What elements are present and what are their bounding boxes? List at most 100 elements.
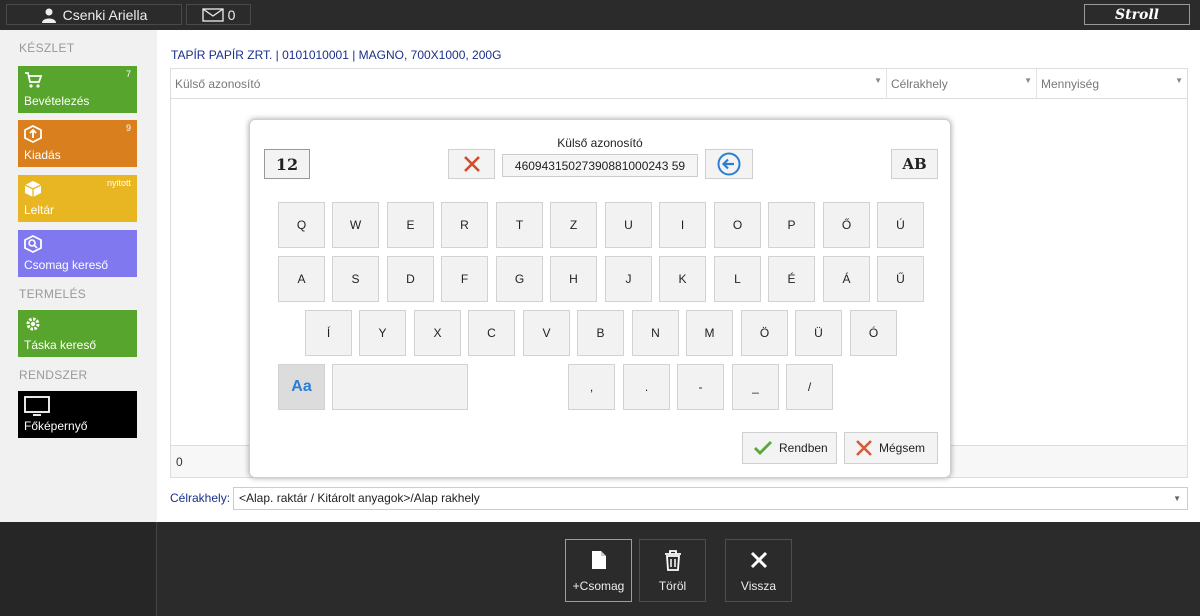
target-location-select[interactable]: <Alap. raktár / Kitárolt anyagok>/Alap r… [233,487,1188,510]
user-button[interactable]: Csenki Ariella [6,4,182,25]
key-h[interactable]: H [550,256,597,302]
cart-icon [25,72,42,88]
numeric-toggle-button[interactable]: 12 [264,149,310,179]
tile-inventory[interactable]: nyitott Leltár [18,175,137,222]
tile-badge: nyitott [106,178,131,188]
monitor-icon [24,396,50,416]
column-external-id[interactable]: Külső azonosító ▼ [171,69,887,99]
key-s[interactable]: S [332,256,379,302]
chevron-down-icon: ▼ [1173,494,1181,503]
row-count: 0 [176,455,183,469]
keyboard-input-value[interactable]: 46094315027390881000243 59 [502,154,698,177]
key-o-umlaut[interactable]: Ö [741,310,788,356]
add-package-button[interactable]: +Csomag [565,539,632,602]
target-location-label: Célrakhely: [170,491,231,505]
key-u-double-acute[interactable]: Ű [877,256,924,302]
message-count: 0 [227,6,236,23]
key-e-acute[interactable]: É [768,256,815,302]
delete-button[interactable]: Töröl [639,539,706,602]
messages-button[interactable]: 0 [186,4,251,25]
key-x[interactable]: X [414,310,461,356]
key-u-acute[interactable]: Ú [877,202,924,248]
key-o-double-acute[interactable]: Ő [823,202,870,248]
user-icon [41,8,56,23]
key-q[interactable]: Q [278,202,325,248]
key-r[interactable]: R [441,202,488,248]
key-j[interactable]: J [605,256,652,302]
key-comma[interactable]: , [568,364,615,410]
tile-issue[interactable]: 9 Kiadás [18,120,137,167]
app-logo: Stroll [1084,4,1190,25]
key-period[interactable]: . [623,364,670,410]
key-slash[interactable]: / [786,364,833,410]
key-u-umlaut[interactable]: Ü [795,310,842,356]
tile-label: Főképernyő [24,419,88,433]
ok-button[interactable]: Rendben [742,432,837,464]
section-label-system: RENDSZER [19,368,88,382]
key-g[interactable]: G [496,256,543,302]
tile-package-search[interactable]: Csomag kereső [18,230,137,277]
grid-header: Külső azonosító ▼ Célrakhely ▼ Mennyiség ▼ [171,69,1187,99]
key-k[interactable]: K [659,256,706,302]
key-a[interactable]: A [278,256,325,302]
key-b[interactable]: B [577,310,624,356]
cancel-button[interactable]: Mégsem [844,432,938,464]
tile-label: Táska kereső [24,338,97,352]
key-underscore[interactable]: _ [732,364,779,410]
key-d[interactable]: D [387,256,434,302]
key-p[interactable]: P [768,202,815,248]
arrow-left-circle-icon [717,152,741,176]
check-icon [754,441,772,455]
key-w[interactable]: W [332,202,379,248]
key-c[interactable]: C [468,310,515,356]
tile-label: Leltár [24,203,55,217]
tile-label: Bevételezés [24,94,90,108]
key-e[interactable]: E [387,202,434,248]
box-out-icon [24,125,42,143]
column-quantity[interactable]: Mennyiség ▼ [1037,69,1187,99]
tile-badge: 7 [125,69,131,79]
key-y[interactable]: Y [359,310,406,356]
tile-home-screen[interactable]: Főképernyő [18,391,137,438]
trash-icon [664,550,681,571]
tile-label: Csomag kereső [24,258,109,272]
key-u[interactable]: U [605,202,652,248]
tile-receiving[interactable]: 7 Bevételezés [18,66,137,113]
tile-bag-search[interactable]: Táska kereső [18,310,137,357]
dialog-title: Külső azonosító [557,136,643,150]
section-label-production: TERMELÉS [19,287,87,301]
column-target-location[interactable]: Célrakhely ▼ [887,69,1037,99]
back-button[interactable]: Vissza [725,539,792,602]
key-m[interactable]: M [686,310,733,356]
key-hyphen[interactable]: - [677,364,724,410]
user-name: Csenki Ariella [62,6,148,23]
key-i[interactable]: I [659,202,706,248]
space-key[interactable] [332,364,468,410]
top-bar: Csenki Ariella 0 Stroll [0,0,1200,30]
key-o[interactable]: O [714,202,761,248]
document-icon [591,551,606,569]
key-i-acute[interactable]: Í [305,310,352,356]
key-v[interactable]: V [523,310,570,356]
tile-badge: 9 [125,123,131,133]
bottom-toolbar: +Csomag Töröl Vissza [0,522,1200,616]
key-f[interactable]: F [441,256,488,302]
backspace-button[interactable] [705,149,753,179]
key-n[interactable]: N [632,310,679,356]
key-l[interactable]: L [714,256,761,302]
filter-icon[interactable]: ▼ [874,66,882,96]
key-o-acute[interactable]: Ó [850,310,897,356]
filter-icon[interactable]: ▼ [1024,66,1032,96]
clear-button[interactable] [448,149,495,179]
key-a-acute[interactable]: Á [823,256,870,302]
key-z[interactable]: Z [550,202,597,248]
section-label-stock: KÉSZLET [19,41,75,55]
case-toggle-key[interactable]: Aa [278,364,325,410]
key-t[interactable]: T [496,202,543,248]
uppercase-toggle-button[interactable]: AB [891,149,938,179]
close-icon [856,440,872,456]
envelope-icon [201,7,224,22]
box-icon [24,181,42,197]
filter-icon[interactable]: ▼ [1175,66,1183,96]
close-icon [463,156,480,172]
